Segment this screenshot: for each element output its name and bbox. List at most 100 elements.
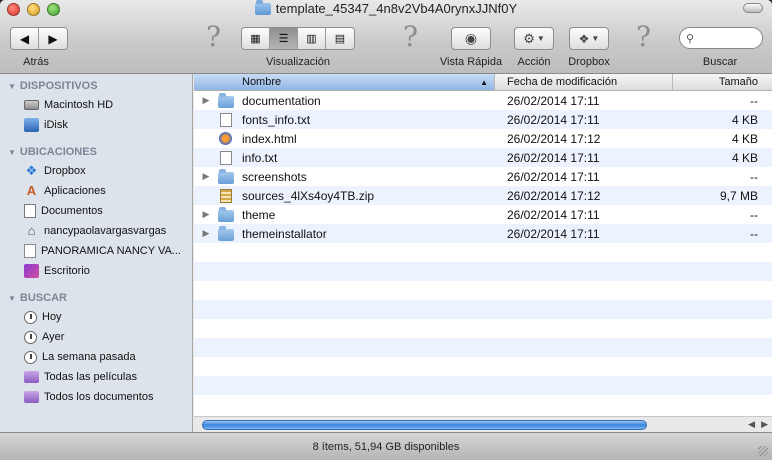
table-row[interactable]: ▶ themeinstallator 26/02/2014 17:11 -- xyxy=(194,224,772,243)
file-list: Nombre ▲ Fecha de modificación Tamaño ▶ do… xyxy=(194,74,772,432)
missing-item-icon: ? xyxy=(403,20,419,53)
window-title-text: template_45347_4n8v2Vb4A0rynxJJNf0Y xyxy=(275,1,518,16)
list-view-button[interactable]: ☰ xyxy=(270,28,298,49)
coverflow-icon: ▤ xyxy=(334,33,346,45)
dropbox-icon: ❖ xyxy=(25,163,38,178)
clock-icon xyxy=(24,330,37,344)
file-name: info.txt xyxy=(242,150,278,165)
file-size: 4 KB xyxy=(731,131,758,146)
table-row[interactable]: sources_4lXs4oy4TB.zip 26/02/2014 17:12 … xyxy=(194,186,772,205)
back-button[interactable]: ◀ xyxy=(11,28,39,49)
zip-file-icon xyxy=(220,188,232,203)
search-label: Buscar xyxy=(702,56,738,68)
clock-icon xyxy=(24,350,37,364)
sidebar: ▼ DISPOSITIVOS Macintosh HD iDisk ▼ UBICAC… xyxy=(0,74,193,432)
text-file-icon xyxy=(220,150,232,165)
dropbox-icon: ❖ xyxy=(578,31,590,46)
table-row[interactable]: ▶ theme 26/02/2014 17:11 -- xyxy=(194,205,772,224)
disclosure-triangle-icon[interactable]: ▶ xyxy=(194,171,218,182)
sidebar-item-hoy[interactable]: Hoy xyxy=(0,307,192,327)
sidebar-section-header[interactable]: ▼ BUSCAR xyxy=(0,289,192,307)
folder-icon xyxy=(218,206,234,222)
file-date: 26/02/2014 17:12 xyxy=(507,188,601,203)
sidebar-item-semana-pasada[interactable]: La semana pasada xyxy=(0,347,192,367)
search-input[interactable] xyxy=(697,32,758,44)
scrollbar-thumb[interactable] xyxy=(202,420,647,430)
sidebar-item-ayer[interactable]: Ayer xyxy=(0,327,192,347)
sidebar-item-peliculas[interactable]: Todas las películas xyxy=(0,367,192,387)
search-field[interactable]: ⚲ xyxy=(679,27,763,49)
sidebar-item-aplicaciones[interactable]: A Aplicaciones xyxy=(0,181,192,201)
file-size: -- xyxy=(750,226,758,241)
columns-icon: ▥ xyxy=(306,33,317,45)
finder-window: template_45347_4n8v2Vb4A0rynxJJNf0Y ◀ ▶ … xyxy=(0,0,772,460)
sidebar-item-escritorio[interactable]: Escritorio xyxy=(0,261,192,281)
sidebar-item-macintosh-hd[interactable]: Macintosh HD xyxy=(0,95,192,115)
table-row[interactable]: info.txt 26/02/2014 17:11 4 KB xyxy=(194,148,772,167)
hard-drive-icon xyxy=(24,100,39,110)
text-file-icon xyxy=(220,112,232,127)
file-size: 4 KB xyxy=(731,150,758,165)
disclosure-triangle-icon[interactable]: ▶ xyxy=(194,95,218,106)
table-row[interactable]: ▶ documentation 26/02/2014 17:11 -- xyxy=(194,91,772,110)
toolbar-toggle-button[interactable] xyxy=(743,3,763,13)
table-row[interactable]: ▶ screenshots 26/02/2014 17:11 -- xyxy=(194,167,772,186)
column-header-size[interactable]: Tamaño xyxy=(673,74,772,90)
gear-icon: ⚙ xyxy=(523,30,535,46)
icon-view-button[interactable]: ▦ xyxy=(242,28,270,49)
folder-icon xyxy=(218,225,234,241)
sidebar-section-header[interactable]: ▼ UBICACIONES xyxy=(0,143,192,161)
quick-look-button[interactable]: ◉ xyxy=(451,27,491,50)
status-text: 8 ítems, 51,94 GB disponibles xyxy=(312,440,460,453)
horizontal-scrollbar[interactable]: ◀ ▶ xyxy=(194,416,772,432)
disclosure-triangle-icon: ▼ xyxy=(8,81,16,91)
file-name: fonts_info.txt xyxy=(242,112,311,127)
sidebar-section-header[interactable]: ▼ DISPOSITIVOS xyxy=(0,77,192,95)
column-header-date[interactable]: Fecha de modificación xyxy=(495,74,673,90)
file-date: 26/02/2014 17:12 xyxy=(507,131,601,146)
column-header-name[interactable]: Nombre ▲ xyxy=(194,74,495,90)
toolbar: template_45347_4n8v2Vb4A0rynxJJNf0Y ◀ ▶ … xyxy=(0,0,772,74)
sidebar-item-documentos-todos[interactable]: Todos los documentos xyxy=(0,387,192,407)
sidebar-item-idisk[interactable]: iDisk xyxy=(0,115,192,135)
document-icon xyxy=(24,244,36,258)
column-header-row: Nombre ▲ Fecha de modificación Tamaño xyxy=(194,74,772,91)
status-bar: 8 ítems, 51,94 GB disponibles xyxy=(0,432,772,460)
disclosure-triangle-icon: ▼ xyxy=(8,293,16,303)
disclosure-triangle-icon[interactable]: ▶ xyxy=(194,209,218,220)
table-row[interactable]: fonts_info.txt 26/02/2014 17:11 4 KB xyxy=(194,110,772,129)
forward-button[interactable]: ▶ xyxy=(39,28,67,49)
disclosure-triangle-icon[interactable]: ▶ xyxy=(194,228,218,239)
view-label: Visualización xyxy=(265,56,330,68)
scroll-left-arrow-icon[interactable]: ◀ xyxy=(748,419,755,430)
dropbox-button[interactable]: ❖ ▼ xyxy=(569,27,609,50)
dropbox-label: Dropbox xyxy=(568,56,610,68)
chevron-left-icon: ◀ xyxy=(19,31,30,46)
scroll-right-arrow-icon[interactable]: ▶ xyxy=(761,419,768,430)
table-row[interactable]: index.html 26/02/2014 17:12 4 KB xyxy=(194,129,772,148)
file-size: -- xyxy=(750,207,758,222)
file-date: 26/02/2014 17:11 xyxy=(507,226,600,241)
applications-icon: A xyxy=(26,183,37,198)
chevron-down-icon: ▼ xyxy=(591,34,600,43)
sidebar-item-home[interactable]: ⌂ nancypaolavargasvargas xyxy=(0,221,192,241)
file-date: 26/02/2014 17:11 xyxy=(507,150,600,165)
sidebar-item-panoramica[interactable]: PANORAMICA NANCY VA... xyxy=(0,241,192,261)
file-name: themeinstallator xyxy=(242,226,327,241)
resize-grip-icon[interactable] xyxy=(758,446,768,456)
sidebar-item-documentos[interactable]: Documentos xyxy=(0,201,192,221)
file-name: index.html xyxy=(242,131,297,146)
file-size: 9,7 MB xyxy=(719,188,758,203)
clock-icon xyxy=(24,310,37,324)
file-name: screenshots xyxy=(242,169,307,184)
folder-icon xyxy=(254,0,271,15)
file-name: documentation xyxy=(242,93,321,108)
coverflow-view-button[interactable]: ▤ xyxy=(326,28,354,49)
action-button[interactable]: ⚙ ▼ xyxy=(514,27,554,50)
column-view-button[interactable]: ▥ xyxy=(298,28,326,49)
file-size: -- xyxy=(750,169,758,184)
disclosure-triangle-icon: ▼ xyxy=(8,147,16,157)
folder-icon xyxy=(218,168,234,184)
sidebar-item-dropbox[interactable]: ❖ Dropbox xyxy=(0,161,192,181)
file-date: 26/02/2014 17:11 xyxy=(507,169,600,184)
